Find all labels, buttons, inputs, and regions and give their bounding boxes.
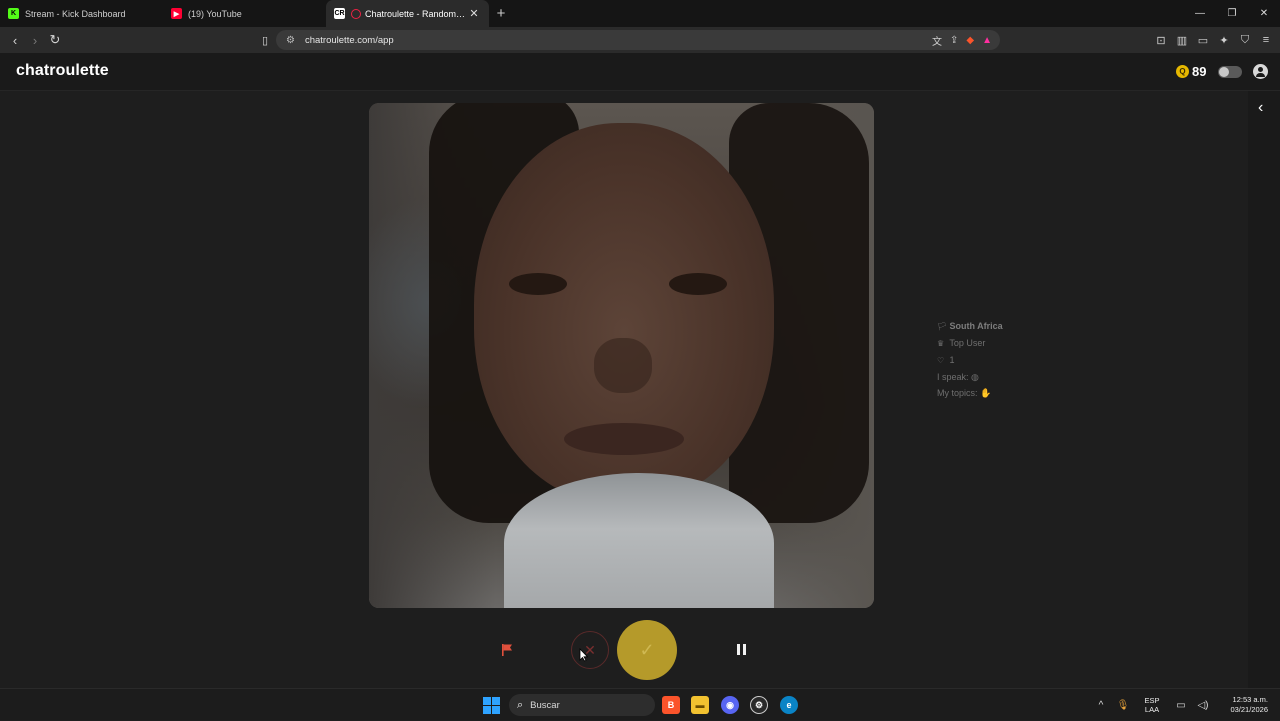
brave-browser-icon[interactable]: B (662, 696, 680, 714)
chevron-up-icon[interactable]: ^ (1090, 700, 1112, 711)
taskbar-search[interactable]: ⌕ Buscar (509, 694, 655, 716)
app-header: chatroulette Q 89 (0, 53, 1280, 91)
share-icon[interactable]: ⇪ (950, 35, 958, 46)
coin-count: 89 (1192, 64, 1207, 79)
sidebar-icon[interactable]: ▥ (1176, 34, 1188, 47)
vpn-shield-icon[interactable]: ⛉ (1239, 34, 1251, 47)
clock-time: 12:53 a.m. (1232, 695, 1268, 704)
partner-count-row: ♡ 1 (937, 352, 1003, 369)
windows-taskbar: ⌕ Buscar B ▬ ◉ ⚙ e ^ 🎙 ESP LAA ▭ ◁) 12:5… (0, 688, 1280, 720)
kick-icon: K (8, 8, 19, 19)
browser-tab-strip: K Stream - Kick Dashboard ▶ (19) YouTube… (0, 0, 1280, 27)
clock-date: 03/21/2026 (1230, 705, 1268, 714)
chatroulette-page: chatroulette Q 89 ‹ 🏳 South Africa ♛ Top… (0, 53, 1280, 688)
windows-start-icon[interactable] (483, 697, 500, 714)
partner-count: 1 (949, 355, 955, 365)
crown-icon: ♛ (937, 339, 945, 348)
browser-toolbar: ‹ › ↻ ▯ ⚙ chatroulette.com/app 文 ⇪ ◆ ▲ ⊡… (0, 27, 1280, 53)
display-icon[interactable]: ▭ (1170, 700, 1192, 711)
url-text: chatroulette.com/app (304, 34, 394, 46)
recording-icon (351, 8, 361, 19)
tab-close-icon[interactable]: ✕ (467, 7, 481, 20)
partner-info: 🏳 South Africa ♛ Top User ♡ 1 I speak: ◍… (937, 318, 1003, 401)
topics-label: My topics: (937, 388, 978, 398)
wave-hand-icon: ✋ (980, 388, 992, 398)
bookmark-icon[interactable]: ▯ (254, 27, 276, 53)
flag-uk-icon: ◍ (971, 372, 979, 382)
speaks-label: I speak: (937, 372, 969, 382)
youtube-icon: ▶ (171, 8, 182, 19)
forward-icon[interactable]: › (24, 27, 46, 53)
tab-title: (19) YouTube (188, 8, 242, 19)
report-flag-icon[interactable] (500, 643, 514, 657)
mouse-cursor-icon (579, 648, 589, 662)
chat-side-panel: ‹ (1248, 91, 1280, 688)
search-icon: ⌕ (517, 698, 524, 711)
tab-youtube[interactable]: ▶ (19) YouTube (163, 0, 326, 27)
address-bar-actions: 文 ⇪ ◆ ▲ (932, 32, 992, 48)
leo-ai-icon[interactable]: ✦ (1218, 34, 1230, 47)
search-placeholder: Buscar (530, 699, 560, 711)
partner-speaks-row: I speak: ◍ (937, 369, 1003, 385)
wallet-icon[interactable]: ▭ (1197, 34, 1209, 47)
tab-chatroulette[interactable]: CR Chatroulette - Random video ✕ (326, 0, 489, 27)
lang-secondary: LAA (1144, 705, 1160, 714)
site-settings-icon[interactable]: ⚙ (286, 35, 295, 46)
input-language[interactable]: ESP LAA (1134, 696, 1170, 714)
taskbar-clock[interactable]: 12:53 a.m. 03/21/2026 (1214, 695, 1280, 715)
brave-shields-icon[interactable]: ◆ (966, 35, 974, 46)
window-controls: — ❐ ✕ (1184, 0, 1280, 27)
back-icon[interactable]: ‹ (4, 27, 26, 53)
theme-toggle[interactable] (1218, 66, 1242, 78)
coin-balance[interactable]: Q 89 (1176, 64, 1206, 79)
coin-icon: Q (1176, 65, 1189, 78)
chevron-left-icon[interactable]: ‹ (1258, 99, 1263, 117)
partner-badge-row: ♛ Top User (937, 335, 1003, 352)
confirm-button[interactable]: ✓ (617, 620, 677, 680)
new-tab-button[interactable]: + (489, 0, 513, 27)
chatroulette-icon: CR (334, 8, 345, 19)
steam-icon[interactable]: ⚙ (750, 696, 768, 714)
toolbar-actions: ⊡ ▥ ▭ ✦ ⛉ ≡ (1155, 27, 1272, 53)
tab-title: Stream - Kick Dashboard (25, 8, 126, 19)
partner-country-row: 🏳 South Africa (937, 318, 1003, 335)
system-tray: ^ 🎙 ESP LAA ▭ ◁) 12:53 a.m. 03/21/2026 (1090, 689, 1280, 721)
partner-country: South Africa (949, 321, 1003, 331)
close-window-icon[interactable]: ✕ (1248, 0, 1280, 27)
microphone-icon[interactable]: 🎙 (1112, 700, 1134, 711)
tab-search-icon[interactable]: ⊡ (1155, 34, 1167, 47)
brave-rewards-icon[interactable]: ▲ (982, 35, 992, 46)
flag-za-icon: 🏳 (937, 322, 948, 331)
edge-icon[interactable]: e (780, 696, 798, 714)
partner-video (369, 103, 874, 608)
user-profile-icon[interactable] (1253, 64, 1268, 79)
pause-icon (736, 643, 740, 655)
translate-icon[interactable]: 文 (932, 33, 942, 48)
minimize-icon[interactable]: — (1184, 0, 1216, 27)
partner-topics-row: My topics: ✋ (937, 385, 1003, 401)
heart-icon: ♡ (937, 356, 945, 365)
menu-icon[interactable]: ≡ (1260, 34, 1272, 46)
discord-icon[interactable]: ◉ (721, 696, 739, 714)
pause-button[interactable] (734, 641, 748, 657)
file-explorer-icon[interactable]: ▬ (691, 696, 709, 714)
skip-button[interactable]: ✕ (571, 631, 609, 669)
tab-kick-dashboard[interactable]: K Stream - Kick Dashboard (0, 0, 163, 27)
address-bar[interactable]: ⚙ chatroulette.com/app 文 ⇪ ◆ ▲ (276, 30, 1000, 50)
partner-badge: Top User (949, 338, 986, 348)
lang-primary: ESP (1144, 696, 1160, 705)
volume-icon[interactable]: ◁) (1192, 700, 1214, 711)
restore-icon[interactable]: ❐ (1216, 0, 1248, 27)
app-logo[interactable]: chatroulette (16, 62, 109, 80)
tab-title: Chatroulette - Random video (365, 8, 467, 19)
reload-icon[interactable]: ↻ (44, 27, 66, 53)
